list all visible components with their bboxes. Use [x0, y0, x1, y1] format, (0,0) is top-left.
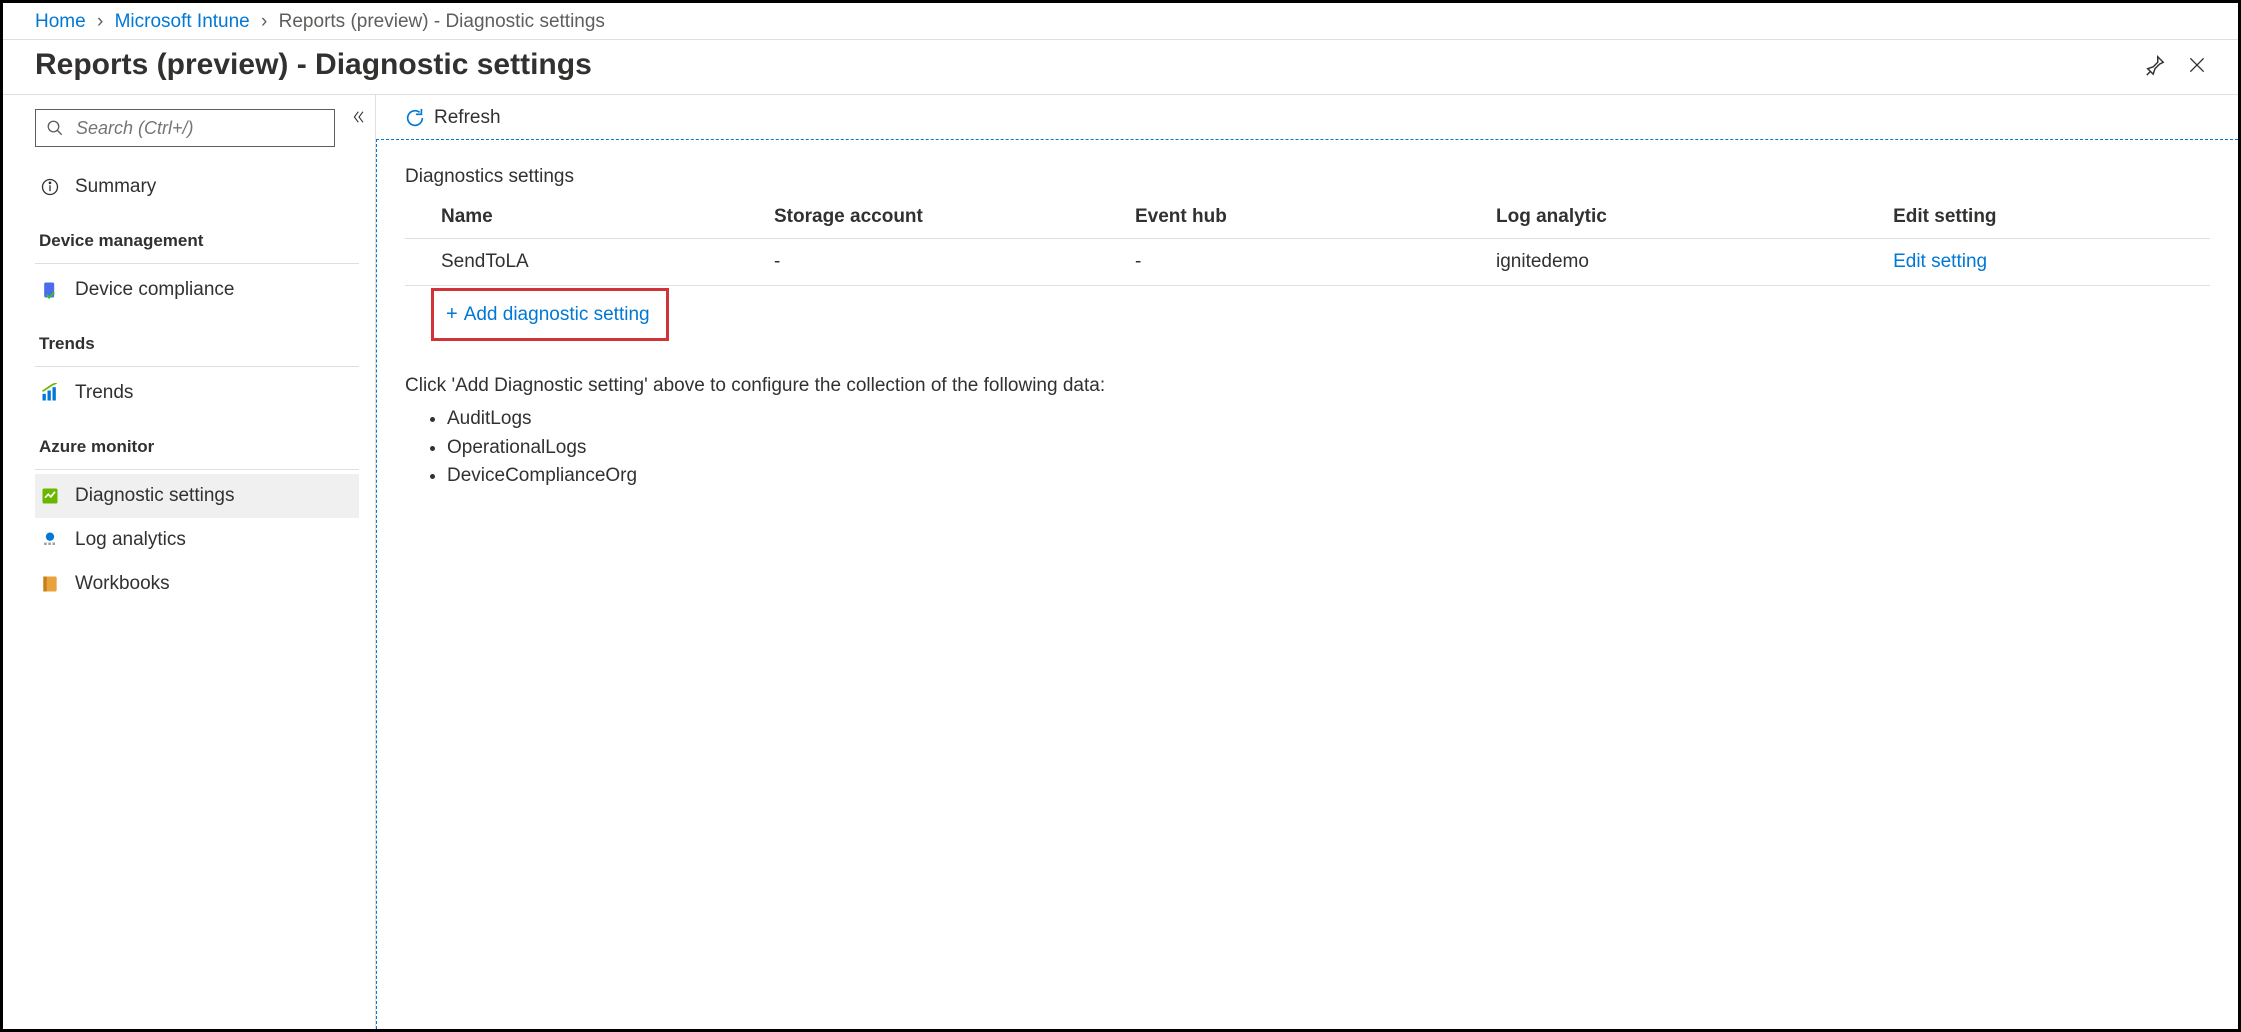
sidebar-group-azure-monitor: Azure monitor	[35, 415, 359, 461]
sidebar-item-log-analytics[interactable]: Log analytics	[35, 518, 359, 562]
info-icon	[39, 177, 61, 197]
chevron-right-icon: ›	[97, 11, 103, 32]
sidebar-item-label: Trends	[75, 382, 133, 404]
sidebar-item-label: Device compliance	[75, 279, 234, 301]
table-header-row: Name Storage account Event hub Log analy…	[405, 196, 2210, 239]
divider	[35, 366, 359, 367]
search-input[interactable]	[35, 109, 335, 147]
log-type-item: DeviceComplianceOrg	[447, 462, 2210, 491]
device-compliance-icon	[39, 280, 61, 300]
sidebar-item-label: Summary	[75, 176, 156, 198]
toolbar: Refresh	[376, 95, 2238, 139]
search-field[interactable]	[74, 117, 324, 140]
sidebar-item-summary[interactable]: Summary	[35, 165, 359, 209]
sidebar-item-device-compliance[interactable]: Device compliance	[35, 268, 359, 312]
breadcrumb-intune[interactable]: Microsoft Intune	[115, 11, 250, 32]
search-icon	[46, 119, 64, 137]
plus-icon: +	[446, 303, 458, 326]
refresh-label: Refresh	[434, 107, 501, 129]
breadcrumb-home[interactable]: Home	[35, 11, 86, 32]
content-region: Diagnostics settings Name Storage accoun…	[376, 139, 2238, 1029]
col-edit: Edit setting	[1885, 196, 2210, 239]
cell-name: SendToLA	[405, 239, 766, 286]
main-panel: Refresh Diagnostics settings Name Storag…	[375, 95, 2238, 1029]
diagnostic-settings-icon	[39, 486, 61, 506]
refresh-button[interactable]: Refresh	[404, 107, 501, 129]
col-eventhub: Event hub	[1127, 196, 1488, 239]
col-loganalytic: Log analytic	[1488, 196, 1885, 239]
collapse-sidebar-icon[interactable]	[351, 109, 367, 125]
hint-text: Click 'Add Diagnostic setting' above to …	[405, 375, 2210, 397]
sidebar-group-device-management: Device management	[35, 209, 359, 255]
log-analytics-icon	[39, 530, 61, 550]
breadcrumb: Home › Microsoft Intune › Reports (previ…	[3, 3, 2238, 40]
pin-icon[interactable]	[2138, 48, 2172, 82]
col-name: Name	[405, 196, 766, 239]
section-heading: Diagnostics settings	[405, 166, 2210, 188]
sidebar: Summary Device management Device complia…	[3, 95, 375, 1029]
table-row: SendToLA - - ignitedemo Edit setting	[405, 239, 2210, 286]
title-bar: Reports (preview) - Diagnostic settings	[3, 40, 2238, 95]
sidebar-item-label: Log analytics	[75, 529, 186, 551]
add-diagnostic-setting-button[interactable]: + Add diagnostic setting	[434, 291, 666, 338]
sidebar-item-trends[interactable]: Trends	[35, 371, 359, 415]
refresh-icon	[404, 107, 426, 129]
sidebar-item-label: Diagnostic settings	[75, 485, 234, 507]
sidebar-item-label: Workbooks	[75, 573, 170, 595]
log-type-item: AuditLogs	[447, 405, 2210, 434]
log-type-item: OperationalLogs	[447, 434, 2210, 463]
workbooks-icon	[39, 574, 61, 594]
cell-loganalytic: ignitedemo	[1488, 239, 1885, 286]
cell-eventhub: -	[1127, 239, 1488, 286]
divider	[35, 469, 359, 470]
sidebar-group-trends: Trends	[35, 312, 359, 358]
diagnostics-table: Name Storage account Event hub Log analy…	[405, 196, 2210, 286]
trends-icon	[39, 383, 61, 403]
log-types-list: AuditLogs OperationalLogs DeviceComplian…	[447, 405, 2210, 491]
sidebar-item-diagnostic-settings[interactable]: Diagnostic settings	[35, 474, 359, 518]
sidebar-item-workbooks[interactable]: Workbooks	[35, 562, 359, 606]
page-title: Reports (preview) - Diagnostic settings	[35, 48, 2130, 82]
breadcrumb-current: Reports (preview) - Diagnostic settings	[279, 11, 605, 32]
add-diagnostic-label: Add diagnostic setting	[464, 304, 650, 326]
close-icon[interactable]	[2180, 48, 2214, 82]
chevron-right-icon: ›	[261, 11, 267, 32]
highlight-add-diagnostic: + Add diagnostic setting	[431, 288, 669, 341]
cell-storage: -	[766, 239, 1127, 286]
edit-setting-link[interactable]: Edit setting	[1893, 251, 1987, 272]
divider	[35, 263, 359, 264]
col-storage: Storage account	[766, 196, 1127, 239]
